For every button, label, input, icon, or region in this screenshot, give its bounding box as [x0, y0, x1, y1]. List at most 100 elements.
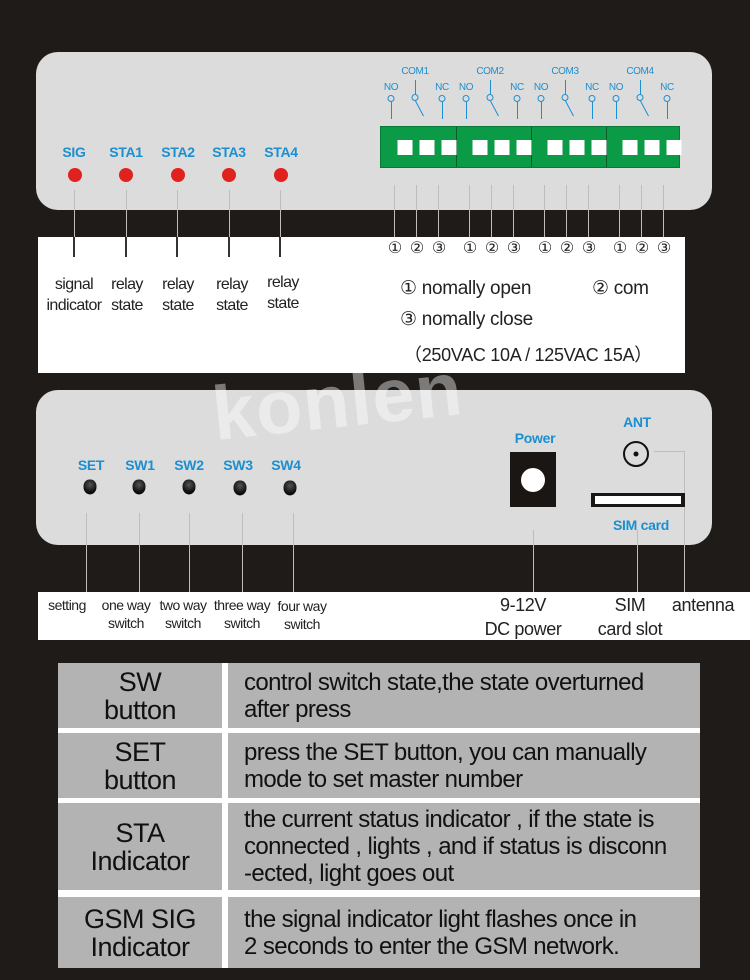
terminal-screw-hole — [472, 140, 488, 155]
leader-line — [533, 530, 534, 592]
value-line: 2 seconds to enter the GSM network. — [244, 932, 620, 960]
table-value-cell: the current status indicator , if the st… — [228, 803, 700, 890]
relay-nc-label: NC — [585, 82, 599, 93]
leader-line — [126, 190, 127, 237]
table-key-cell: GSM SIG Indicator — [58, 897, 222, 968]
desc-line: relay — [216, 276, 248, 293]
key-line: button — [103, 764, 177, 795]
relay-com-label: COM2 — [476, 66, 504, 77]
leader-line — [86, 513, 87, 592]
desc-line: signal — [54, 276, 94, 293]
desc-line: state — [162, 297, 194, 314]
desc-line: one way — [101, 597, 151, 613]
sim-card-slot — [591, 493, 685, 507]
value-line: control switch state,the state overturne… — [244, 668, 644, 696]
sw3-button[interactable] — [233, 480, 247, 496]
desc-line: antenna — [671, 595, 735, 615]
relay-nc-label: NC — [660, 82, 674, 93]
pin-number: ② — [559, 240, 575, 257]
relay-no-label: NO — [608, 82, 624, 93]
button-desc-sw1: one way switch — [102, 596, 151, 632]
terminal-screw-hole — [622, 140, 638, 155]
antenna-desc: antenna — [671, 593, 735, 617]
key-line: SET — [114, 736, 166, 767]
antenna-label: ANT — [623, 414, 651, 430]
terminal-screw-hole — [666, 140, 682, 155]
leader-line — [469, 185, 470, 237]
desc-line: relay — [111, 276, 143, 293]
relay-com-stem — [565, 80, 566, 94]
key-line: Indicator — [90, 845, 190, 876]
button-label-sw1: SW1 — [125, 457, 155, 473]
indicator-label-sig: SIG — [62, 144, 86, 160]
relay-contact-stem — [391, 102, 392, 119]
leader-line — [394, 185, 395, 237]
set-button[interactable] — [83, 479, 97, 495]
indicator-desc-sta2: relay state — [162, 274, 194, 316]
relay-no-label: NO — [533, 82, 549, 93]
desc-line: state — [216, 297, 248, 314]
table-row: SET button press the SET button, you can… — [58, 733, 700, 798]
sw1-button[interactable] — [132, 479, 146, 495]
value-line: after press — [244, 695, 351, 723]
relay-contact-no-icon — [537, 95, 545, 102]
indicator-label-sta1: STA1 — [109, 144, 143, 160]
pin-number: ② — [634, 240, 650, 257]
relay-contact-stem — [466, 102, 467, 119]
leader-line — [566, 185, 567, 237]
leader-line — [438, 185, 439, 237]
table-value-cell: control switch state,the state overturne… — [228, 663, 700, 728]
key-line: Indicator — [90, 931, 190, 962]
leader-line — [229, 190, 230, 237]
terminal-screw-hole — [397, 140, 413, 155]
sw4-button[interactable] — [283, 480, 297, 496]
desc-line: switch — [284, 616, 320, 632]
relay-contact-nc-icon — [513, 95, 521, 102]
relay-com-stem — [490, 80, 491, 94]
relay-com-label: COM3 — [551, 66, 579, 77]
key-line: STA — [115, 817, 165, 848]
pin-number: ① — [387, 240, 403, 257]
power-desc: 9-12V DC power — [485, 593, 562, 641]
value-line: the current status indicator , if the st… — [244, 806, 655, 833]
indicator-label-sta4: STA4 — [264, 144, 298, 160]
leader-line — [684, 451, 685, 592]
value-line: press the SET button, you can manually — [244, 738, 647, 766]
pin-number: ① — [462, 240, 478, 257]
pin-number: ③ — [581, 240, 597, 257]
leader-tick — [279, 237, 281, 257]
leader-line — [416, 185, 417, 237]
pin-number: ① — [537, 240, 553, 257]
relay-com-label: COM1 — [401, 66, 429, 77]
dc-power-jack — [510, 452, 556, 507]
desc-line: state — [111, 297, 143, 314]
sw2-button[interactable] — [182, 479, 196, 495]
desc-line: two way — [159, 597, 207, 613]
desc-line: relay — [162, 276, 194, 293]
button-desc-sw4: four way switch — [278, 597, 327, 633]
leader-tick — [228, 237, 230, 257]
indicator-label-sta3: STA3 — [212, 144, 246, 160]
leader-line — [189, 513, 190, 592]
led-sta2 — [171, 168, 185, 182]
table-row: GSM SIG Indicator the signal indicator l… — [58, 897, 700, 968]
table-row: STA Indicator the current status indicat… — [58, 803, 700, 890]
leader-tick — [73, 237, 75, 257]
indicator-desc-sta3: relay state — [216, 274, 248, 316]
button-label-sw3: SW3 — [223, 457, 253, 473]
relay-terminal-block — [380, 126, 682, 168]
desc-line: relay — [267, 274, 299, 291]
pin-number: ③ — [656, 240, 672, 257]
leader-line — [637, 530, 638, 592]
relay-contact-no-icon — [612, 95, 620, 102]
relay-contact-stem — [517, 102, 518, 119]
leader-line — [588, 185, 589, 237]
table-row: SW button control switch state,the state… — [58, 663, 700, 728]
pin-number: ① — [612, 240, 628, 257]
leader-line — [619, 185, 620, 237]
button-desc-set: setting — [48, 596, 86, 614]
relay-no-label: NO — [458, 82, 474, 93]
relay-contact-stem — [442, 102, 443, 119]
table-key-cell: STA Indicator — [58, 803, 222, 890]
table-key-cell: SW button — [58, 663, 222, 728]
